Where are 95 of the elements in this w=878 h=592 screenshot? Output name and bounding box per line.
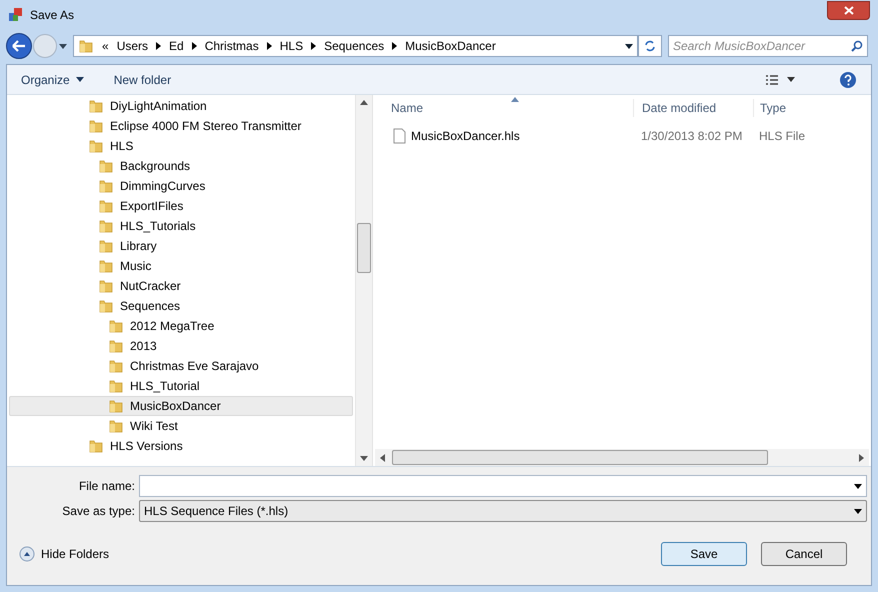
search-field[interactable]: Search MusicBoxDancer (668, 35, 868, 57)
folder-item[interactable]: NutCracker (9, 276, 353, 296)
folder-item[interactable]: ExportIFiles (9, 196, 353, 216)
chevron-right-icon[interactable] (392, 42, 398, 50)
date-modified: 1/30/2013 8:02 PM (640, 128, 744, 145)
folder-item[interactable]: HLS Versions (9, 436, 353, 456)
new-folder-button[interactable]: New folder (114, 70, 172, 88)
folder-icon (98, 278, 114, 294)
folder-item[interactable]: Sequences (9, 296, 353, 316)
column-header[interactable]: Date modified (633, 99, 753, 117)
view-options-button[interactable] (765, 74, 795, 86)
document-icon (393, 128, 406, 144)
folder-icon (88, 138, 104, 154)
folder-item[interactable]: 2013 (9, 336, 353, 356)
folder-icon (98, 158, 114, 174)
folder-icon (108, 318, 124, 334)
folder-item[interactable]: Eclipse 4000 FM Stereo Transmitter (9, 116, 353, 136)
dropdown-icon[interactable] (76, 77, 84, 82)
file-name-field[interactable] (139, 475, 867, 497)
chevron-right-icon[interactable] (192, 42, 197, 50)
cancel-button[interactable]: Cancel (761, 542, 847, 566)
overflow-chevron[interactable]: « (102, 37, 109, 55)
dropdown-icon[interactable] (854, 484, 862, 488)
scroll-down-icon[interactable] (360, 456, 368, 461)
caret-icon (787, 77, 795, 82)
breadcrumb[interactable]: Ed (169, 37, 184, 55)
folder-item[interactable]: Music (9, 256, 353, 276)
history-dropdown-icon[interactable] (59, 44, 67, 48)
column-header[interactable]: Name (373, 99, 633, 117)
save-button[interactable]: Save (661, 542, 747, 566)
folder-item[interactable]: HLS_Tutorials (9, 216, 353, 236)
folder-item[interactable]: 2012 MegaTree (9, 316, 353, 336)
folder-icon (108, 418, 124, 434)
folder-icon (78, 38, 94, 54)
folder-icon (108, 398, 124, 414)
close-button[interactable] (827, 0, 870, 20)
scroll-right-icon[interactable] (859, 454, 864, 462)
folder-item[interactable]: HLS_Tutorial (9, 376, 353, 396)
chevron-right-icon[interactable] (156, 42, 162, 50)
list-view-icon (765, 74, 779, 86)
folder-item[interactable]: DiyLightAnimation (9, 96, 353, 116)
sort-arrow-icon (511, 97, 519, 102)
collapse-icon (19, 546, 35, 562)
refresh-button[interactable] (638, 35, 662, 57)
dropdown-icon[interactable] (625, 44, 633, 48)
breadcrumb[interactable]: Sequences (324, 37, 384, 55)
folder-icon (98, 258, 114, 274)
search-icon (851, 40, 863, 52)
folder-item[interactable]: Library (9, 236, 353, 256)
column-header[interactable]: Type (753, 99, 871, 117)
back-button[interactable] (6, 33, 32, 59)
file-type: HLS File (758, 128, 806, 145)
folder-item[interactable]: Christmas Eve Sarajavo (9, 356, 353, 376)
file-row[interactable]: MusicBoxDancer.hls 1/30/2013 8:02 PM HLS File (373, 125, 871, 147)
address-bar[interactable]: « Users Ed Christmas HLS Sequences MusicBoxDancer (73, 35, 638, 57)
file-name: MusicBoxDancer.hls (411, 128, 520, 145)
app-icon (8, 7, 24, 23)
chevron-right-icon[interactable] (266, 42, 272, 50)
field-label: Save as type: (61, 503, 135, 520)
folder-icon (98, 218, 114, 234)
scroll-left-icon[interactable] (380, 454, 385, 462)
folder-icon (98, 198, 114, 214)
chevron-right-icon[interactable] (311, 42, 316, 50)
folder-item[interactable]: DimmingCurves (9, 176, 353, 196)
folder-item[interactable]: Wiki Test (9, 416, 353, 436)
organize-menu[interactable]: Organize (21, 70, 84, 88)
folder-item[interactable]: HLS (9, 136, 353, 156)
hide-folders-button[interactable]: Hide Folders (19, 544, 110, 562)
breadcrumb[interactable]: Users (116, 37, 148, 55)
file-type-dropdown[interactable]: HLS Sequence Files (*.hls) (139, 500, 867, 522)
folder-item[interactable]: MusicBoxDancer (9, 396, 353, 416)
dropdown-icon[interactable] (854, 508, 862, 514)
folder-icon (88, 118, 104, 134)
help-icon[interactable] (839, 70, 857, 88)
folder-icon (108, 358, 124, 374)
horizontal-scrollbar-thumb[interactable] (392, 450, 768, 465)
field-label: File name: (78, 478, 135, 495)
close-icon (844, 6, 854, 14)
folder-icon (98, 298, 114, 314)
folder-icon (108, 338, 124, 354)
window-title: Save As (30, 7, 76, 24)
breadcrumb[interactable]: HLS (280, 37, 304, 55)
folder-icon (108, 378, 124, 394)
arrow-left-icon (12, 40, 26, 52)
folder-icon (98, 178, 114, 194)
folder-item[interactable]: Backgrounds (9, 156, 353, 176)
scrollbar-thumb[interactable] (357, 223, 371, 273)
refresh-icon (644, 40, 656, 52)
folder-icon (88, 98, 104, 114)
search-input[interactable]: Search MusicBoxDancer (673, 37, 851, 55)
folder-icon (88, 438, 104, 454)
breadcrumb[interactable]: MusicBoxDancer (405, 37, 496, 55)
breadcrumb[interactable]: Christmas (204, 37, 259, 55)
folder-icon (98, 238, 114, 254)
scroll-up-icon[interactable] (360, 100, 368, 105)
